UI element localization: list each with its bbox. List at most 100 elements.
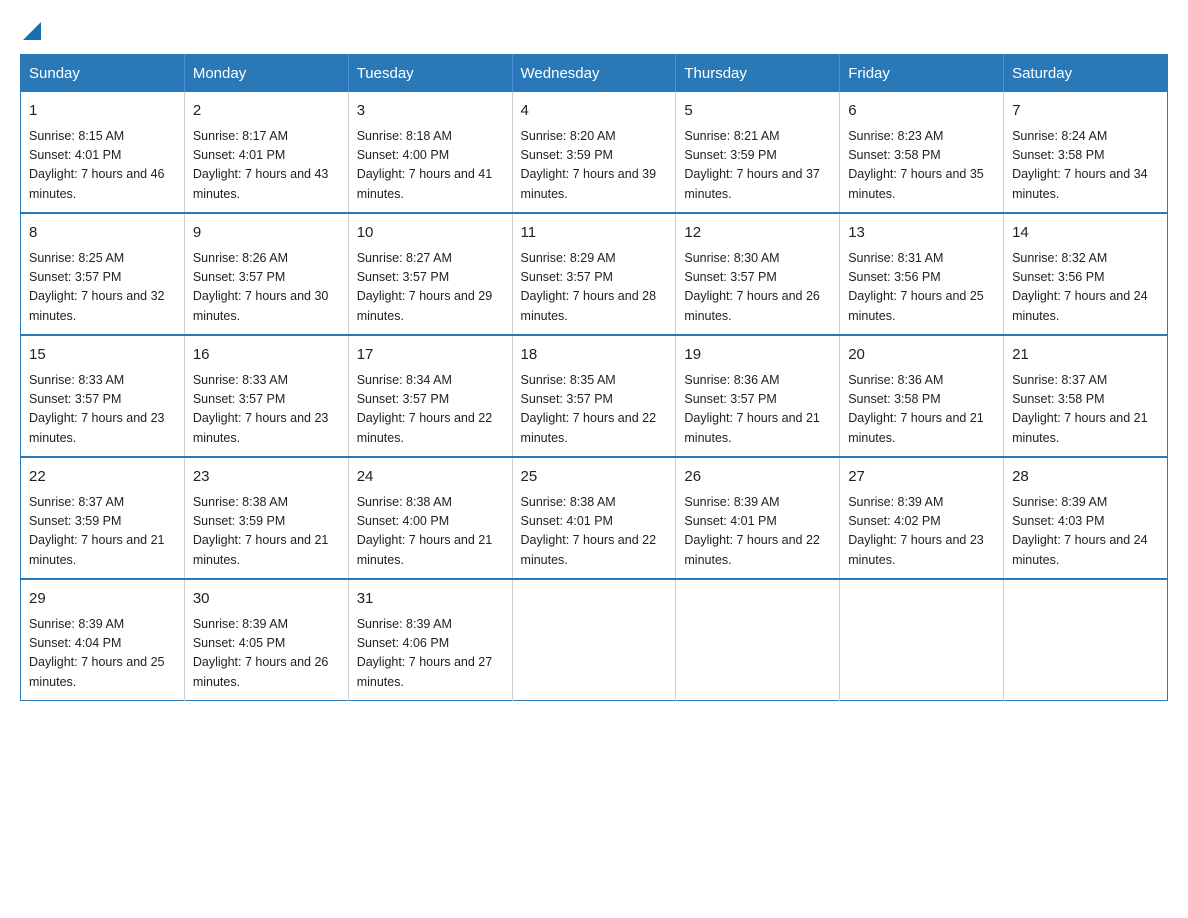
day-info: Sunrise: 8:38 AM Sunset: 3:59 PM Dayligh… [193, 493, 340, 571]
calendar-cell: 8 Sunrise: 8:25 AM Sunset: 3:57 PM Dayli… [21, 213, 185, 335]
day-info: Sunrise: 8:38 AM Sunset: 4:00 PM Dayligh… [357, 493, 504, 571]
day-number: 29 [29, 588, 176, 611]
calendar-cell: 5 Sunrise: 8:21 AM Sunset: 3:59 PM Dayli… [676, 92, 840, 213]
calendar-cell: 6 Sunrise: 8:23 AM Sunset: 3:58 PM Dayli… [840, 92, 1004, 213]
calendar-cell: 14 Sunrise: 8:32 AM Sunset: 3:56 PM Dayl… [1004, 213, 1168, 335]
calendar-cell: 22 Sunrise: 8:37 AM Sunset: 3:59 PM Dayl… [21, 457, 185, 579]
column-header-thursday: Thursday [676, 55, 840, 93]
day-number: 19 [684, 344, 831, 367]
day-info: Sunrise: 8:36 AM Sunset: 3:58 PM Dayligh… [848, 371, 995, 449]
calendar-cell: 10 Sunrise: 8:27 AM Sunset: 3:57 PM Dayl… [348, 213, 512, 335]
day-number: 18 [521, 344, 668, 367]
day-number: 14 [1012, 222, 1159, 245]
day-number: 20 [848, 344, 995, 367]
day-info: Sunrise: 8:32 AM Sunset: 3:56 PM Dayligh… [1012, 249, 1159, 327]
day-info: Sunrise: 8:18 AM Sunset: 4:00 PM Dayligh… [357, 127, 504, 205]
day-info: Sunrise: 8:39 AM Sunset: 4:04 PM Dayligh… [29, 615, 176, 693]
calendar-cell: 21 Sunrise: 8:37 AM Sunset: 3:58 PM Dayl… [1004, 335, 1168, 457]
day-info: Sunrise: 8:15 AM Sunset: 4:01 PM Dayligh… [29, 127, 176, 205]
calendar-cell: 2 Sunrise: 8:17 AM Sunset: 4:01 PM Dayli… [184, 92, 348, 213]
day-number: 15 [29, 344, 176, 367]
calendar-week-4: 22 Sunrise: 8:37 AM Sunset: 3:59 PM Dayl… [21, 457, 1168, 579]
calendar-cell: 16 Sunrise: 8:33 AM Sunset: 3:57 PM Dayl… [184, 335, 348, 457]
day-info: Sunrise: 8:29 AM Sunset: 3:57 PM Dayligh… [521, 249, 668, 327]
day-info: Sunrise: 8:30 AM Sunset: 3:57 PM Dayligh… [684, 249, 831, 327]
calendar-cell: 27 Sunrise: 8:39 AM Sunset: 4:02 PM Dayl… [840, 457, 1004, 579]
calendar-cell: 12 Sunrise: 8:30 AM Sunset: 3:57 PM Dayl… [676, 213, 840, 335]
day-number: 23 [193, 466, 340, 489]
day-number: 1 [29, 100, 176, 123]
calendar-cell: 24 Sunrise: 8:38 AM Sunset: 4:00 PM Dayl… [348, 457, 512, 579]
day-number: 13 [848, 222, 995, 245]
day-number: 31 [357, 588, 504, 611]
day-info: Sunrise: 8:21 AM Sunset: 3:59 PM Dayligh… [684, 127, 831, 205]
day-info: Sunrise: 8:33 AM Sunset: 3:57 PM Dayligh… [29, 371, 176, 449]
calendar-cell [512, 579, 676, 701]
calendar-cell: 4 Sunrise: 8:20 AM Sunset: 3:59 PM Dayli… [512, 92, 676, 213]
calendar-cell: 3 Sunrise: 8:18 AM Sunset: 4:00 PM Dayli… [348, 92, 512, 213]
day-info: Sunrise: 8:39 AM Sunset: 4:03 PM Dayligh… [1012, 493, 1159, 571]
day-info: Sunrise: 8:39 AM Sunset: 4:05 PM Dayligh… [193, 615, 340, 693]
day-number: 24 [357, 466, 504, 489]
column-header-monday: Monday [184, 55, 348, 93]
calendar-cell: 18 Sunrise: 8:35 AM Sunset: 3:57 PM Dayl… [512, 335, 676, 457]
day-number: 12 [684, 222, 831, 245]
calendar-cell: 17 Sunrise: 8:34 AM Sunset: 3:57 PM Dayl… [348, 335, 512, 457]
day-number: 11 [521, 222, 668, 245]
day-info: Sunrise: 8:23 AM Sunset: 3:58 PM Dayligh… [848, 127, 995, 205]
day-number: 10 [357, 222, 504, 245]
day-info: Sunrise: 8:33 AM Sunset: 3:57 PM Dayligh… [193, 371, 340, 449]
day-number: 7 [1012, 100, 1159, 123]
calendar-cell: 7 Sunrise: 8:24 AM Sunset: 3:58 PM Dayli… [1004, 92, 1168, 213]
day-number: 27 [848, 466, 995, 489]
calendar-week-2: 8 Sunrise: 8:25 AM Sunset: 3:57 PM Dayli… [21, 213, 1168, 335]
calendar-table: SundayMondayTuesdayWednesdayThursdayFrid… [20, 54, 1168, 701]
calendar-cell: 25 Sunrise: 8:38 AM Sunset: 4:01 PM Dayl… [512, 457, 676, 579]
logo-triangle-icon [23, 22, 41, 40]
calendar-cell: 29 Sunrise: 8:39 AM Sunset: 4:04 PM Dayl… [21, 579, 185, 701]
calendar-cell: 20 Sunrise: 8:36 AM Sunset: 3:58 PM Dayl… [840, 335, 1004, 457]
calendar-cell: 30 Sunrise: 8:39 AM Sunset: 4:05 PM Dayl… [184, 579, 348, 701]
day-number: 30 [193, 588, 340, 611]
column-header-saturday: Saturday [1004, 55, 1168, 93]
day-number: 5 [684, 100, 831, 123]
calendar-cell: 23 Sunrise: 8:38 AM Sunset: 3:59 PM Dayl… [184, 457, 348, 579]
day-info: Sunrise: 8:38 AM Sunset: 4:01 PM Dayligh… [521, 493, 668, 571]
day-number: 21 [1012, 344, 1159, 367]
calendar-cell [840, 579, 1004, 701]
day-info: Sunrise: 8:27 AM Sunset: 3:57 PM Dayligh… [357, 249, 504, 327]
day-number: 4 [521, 100, 668, 123]
calendar-header-row: SundayMondayTuesdayWednesdayThursdayFrid… [21, 55, 1168, 93]
day-number: 22 [29, 466, 176, 489]
day-info: Sunrise: 8:39 AM Sunset: 4:01 PM Dayligh… [684, 493, 831, 571]
day-number: 28 [1012, 466, 1159, 489]
column-header-wednesday: Wednesday [512, 55, 676, 93]
calendar-week-1: 1 Sunrise: 8:15 AM Sunset: 4:01 PM Dayli… [21, 92, 1168, 213]
day-number: 16 [193, 344, 340, 367]
calendar-cell: 9 Sunrise: 8:26 AM Sunset: 3:57 PM Dayli… [184, 213, 348, 335]
column-header-tuesday: Tuesday [348, 55, 512, 93]
day-number: 6 [848, 100, 995, 123]
calendar-cell: 15 Sunrise: 8:33 AM Sunset: 3:57 PM Dayl… [21, 335, 185, 457]
day-info: Sunrise: 8:31 AM Sunset: 3:56 PM Dayligh… [848, 249, 995, 327]
calendar-week-5: 29 Sunrise: 8:39 AM Sunset: 4:04 PM Dayl… [21, 579, 1168, 701]
calendar-week-3: 15 Sunrise: 8:33 AM Sunset: 3:57 PM Dayl… [21, 335, 1168, 457]
calendar-cell: 26 Sunrise: 8:39 AM Sunset: 4:01 PM Dayl… [676, 457, 840, 579]
day-number: 8 [29, 222, 176, 245]
day-number: 9 [193, 222, 340, 245]
day-info: Sunrise: 8:35 AM Sunset: 3:57 PM Dayligh… [521, 371, 668, 449]
day-info: Sunrise: 8:20 AM Sunset: 3:59 PM Dayligh… [521, 127, 668, 205]
day-number: 2 [193, 100, 340, 123]
day-info: Sunrise: 8:24 AM Sunset: 3:58 PM Dayligh… [1012, 127, 1159, 205]
calendar-cell: 28 Sunrise: 8:39 AM Sunset: 4:03 PM Dayl… [1004, 457, 1168, 579]
calendar-cell: 11 Sunrise: 8:29 AM Sunset: 3:57 PM Dayl… [512, 213, 676, 335]
day-number: 3 [357, 100, 504, 123]
column-header-sunday: Sunday [21, 55, 185, 93]
day-number: 26 [684, 466, 831, 489]
calendar-cell: 19 Sunrise: 8:36 AM Sunset: 3:57 PM Dayl… [676, 335, 840, 457]
day-info: Sunrise: 8:36 AM Sunset: 3:57 PM Dayligh… [684, 371, 831, 449]
day-number: 17 [357, 344, 504, 367]
calendar-cell: 1 Sunrise: 8:15 AM Sunset: 4:01 PM Dayli… [21, 92, 185, 213]
day-info: Sunrise: 8:25 AM Sunset: 3:57 PM Dayligh… [29, 249, 176, 327]
calendar-cell: 13 Sunrise: 8:31 AM Sunset: 3:56 PM Dayl… [840, 213, 1004, 335]
